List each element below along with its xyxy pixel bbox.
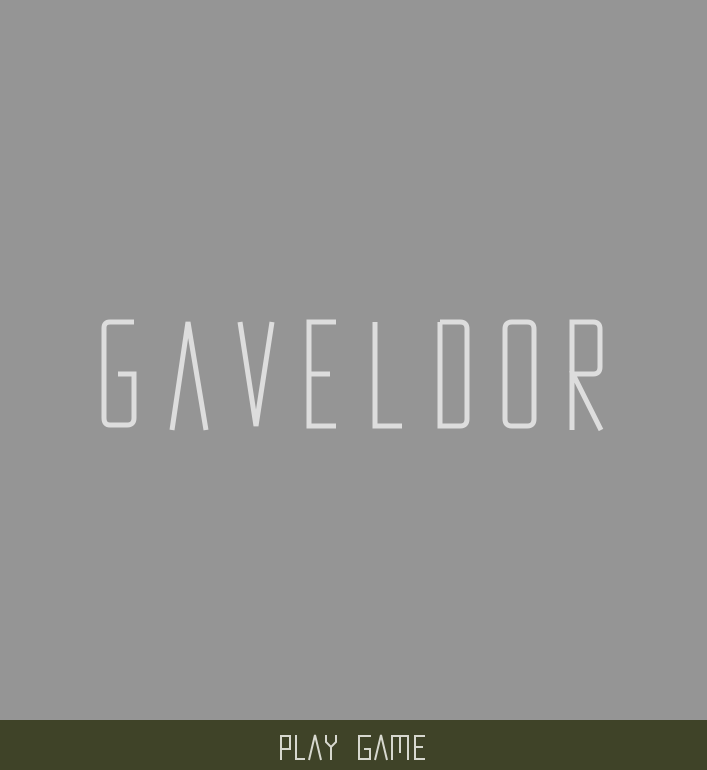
game-letter-g [358,735,371,760]
game-logo-wordmark [101,319,604,432]
game-logo: GAVELDOR [0,318,707,434]
logo-letter-a [169,321,209,431]
logo-letter-o [502,319,537,429]
play-game-button[interactable]: PLAY GAME [0,720,707,770]
logo-letter-r [568,319,604,432]
title-screen: GAVELDOR PLAY GAME [0,0,707,770]
game-letter-e [414,735,425,760]
logo-letter-d [437,319,470,429]
logo-letter-e [306,319,336,429]
logo-letter-v [237,321,275,427]
play-letter-y [325,735,337,760]
play-game-label-graphic [280,734,425,761]
logo-letter-l [372,322,402,429]
game-letter-a [374,734,388,761]
logo-letter-g [101,319,137,428]
play-letter-l [295,735,305,760]
game-letter-m [391,735,409,760]
play-letter-p [280,735,291,760]
play-letter-a [308,734,322,761]
